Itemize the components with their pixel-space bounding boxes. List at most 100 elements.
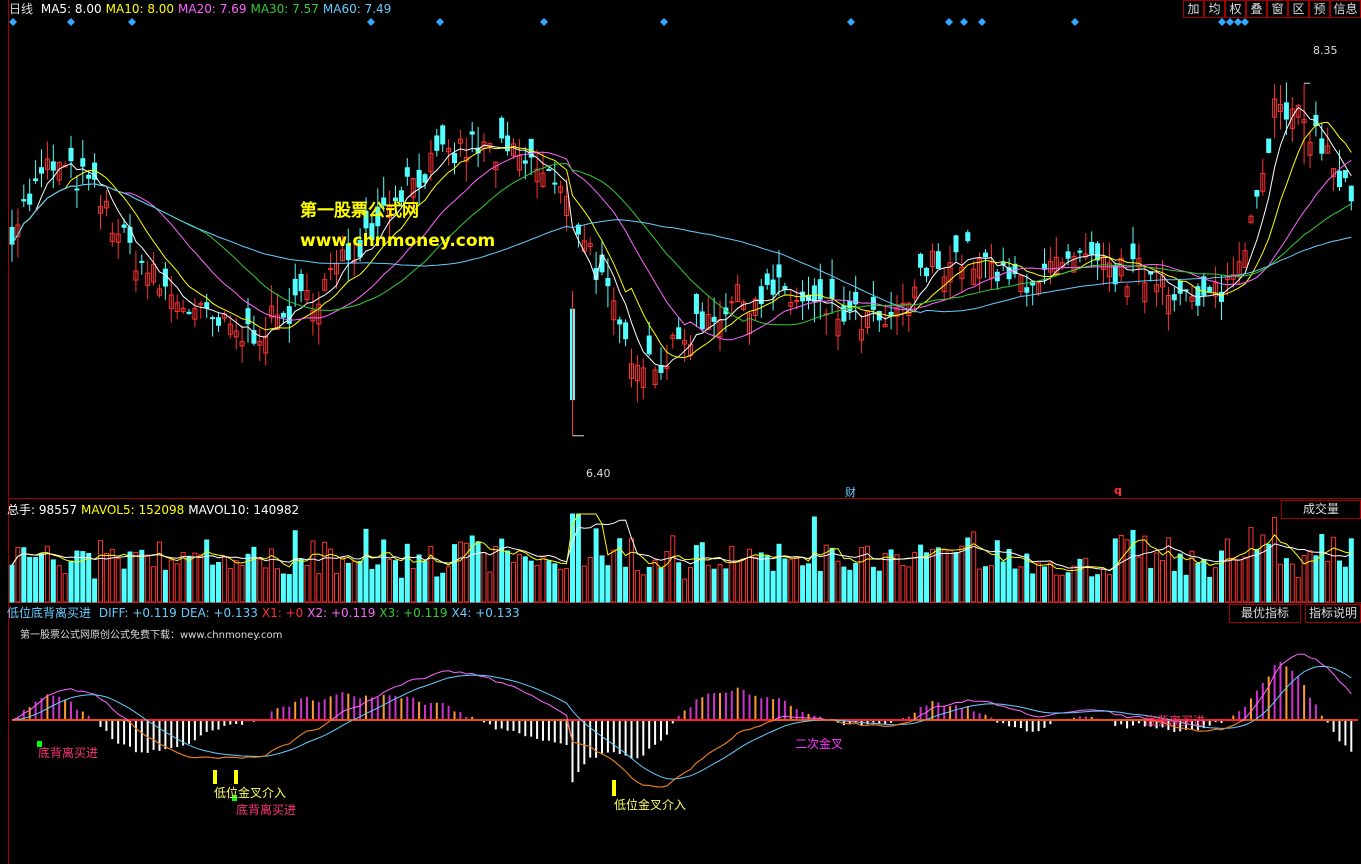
volume-bar [174,563,180,603]
volume-bar [127,551,133,603]
candle-body [499,117,505,139]
ma-legend-list: MA5: 8.00 MA10: 8.00 MA20: 7.69 MA30: 7.57 M… [41,2,395,16]
volume-bar [658,567,664,603]
volume-bar [1148,567,1154,603]
candle-body [953,235,959,253]
volume-bar [387,559,393,603]
candle-body [21,199,27,202]
event-marker-q[interactable]: q [1114,484,1122,497]
volume-bar [103,552,109,603]
volume-bar [322,541,328,603]
volume-bar [1101,568,1106,603]
volume-bar [457,541,463,603]
candle-body [68,147,74,162]
event-marker-finance[interactable]: 财 [845,484,856,500]
volume-bar [788,559,794,603]
volume-bar [434,576,440,603]
volume-bar [611,549,617,603]
candle-body [829,278,835,299]
toolbar-button-4[interactable]: 窗 [1267,0,1288,18]
candle-body [623,322,629,340]
toolbar-button-3[interactable]: 叠 [1246,0,1267,18]
toolbar-button-5[interactable]: 区 [1288,0,1309,18]
volume-bar [44,545,50,603]
candle-body [646,335,652,355]
chart-canvas[interactable] [0,0,1361,864]
indicator-help-button[interactable]: 指标说明 [1305,604,1361,623]
candle-body [204,302,210,309]
volume-bar [723,568,729,603]
volume-bar [186,555,192,603]
volume-bar [741,558,747,603]
volume-bar [263,567,269,603]
volume-bar [298,559,304,603]
volume-bar [870,566,876,603]
volume-bar [351,560,357,603]
volume-bar [1266,543,1272,603]
volume-bar [1313,555,1319,603]
indicator-name[interactable]: 低位底背离买进 [7,606,91,620]
volume-bar [552,563,558,603]
event-diamond-icon [847,18,855,26]
candle-body [699,311,705,330]
mavol5-line [11,513,1352,572]
best-indicator-button[interactable]: 最优指标 [1229,604,1301,623]
volume-bar [493,545,499,603]
candle-body [841,305,847,322]
volume-bar [1207,576,1213,603]
volume-bar [310,540,316,603]
volume-bar [735,560,741,603]
volume-bar [1154,552,1160,603]
indicator-legend-item-5: X4: +0.133 [451,606,520,620]
toolbar-button-2[interactable]: 权 [1225,0,1246,18]
volume-bar [192,552,198,603]
candle-body [1065,251,1071,259]
signal-bar [234,770,238,784]
volume-bar [1018,566,1024,603]
volume-bar [1195,562,1201,603]
candle-body [605,278,611,287]
main-legend: 日线 MA5: 8.00 MA10: 8.00 MA20: 7.69 MA30: 7.… [9,2,399,16]
candle-body [440,125,446,145]
event-diamond-icon [978,18,986,26]
volume-bar [56,565,62,603]
volume-bar [546,560,552,603]
volume-bar [988,565,994,603]
toolbar-button-1[interactable]: 均 [1204,0,1225,18]
volume-bar [227,568,233,603]
toolbar-button-0[interactable]: 加 [1183,0,1204,18]
volume-bar [528,560,534,603]
candle-body [935,251,941,269]
volume-bar [339,557,345,603]
volume-bar [853,562,859,603]
volume-bar [74,550,80,603]
volume-bar [1047,562,1053,603]
toolbar-button-6[interactable]: 预 [1309,0,1330,18]
volume-bar [475,541,481,603]
volume-bar [292,530,298,603]
candle-body [676,327,682,340]
volume-legend-item-2: MAVOL10: 140982 [188,503,300,517]
candle-body [776,264,782,278]
candle-body [80,158,86,167]
volume-bar [1118,535,1124,603]
volume-button[interactable]: 成交量 [1281,500,1361,519]
period-label[interactable]: 日线 [9,2,33,16]
volume-bar [1083,557,1089,603]
volume-bar [1248,527,1254,603]
volume-bar [758,552,764,603]
volume-bar [168,559,174,603]
volume-bar [39,553,44,603]
toolbar-button-7[interactable]: 信息 [1330,0,1361,18]
volume-bar [652,559,658,603]
volume-bar [369,568,375,603]
candle-body [210,317,216,320]
volume-bar [180,551,186,603]
volume-bar [1183,574,1189,603]
volume-bar [375,564,381,603]
volume-bar [894,554,900,603]
volume-bar [587,557,593,603]
volume-bar [328,548,334,603]
candle-body [983,252,988,258]
candle-body [924,267,929,277]
